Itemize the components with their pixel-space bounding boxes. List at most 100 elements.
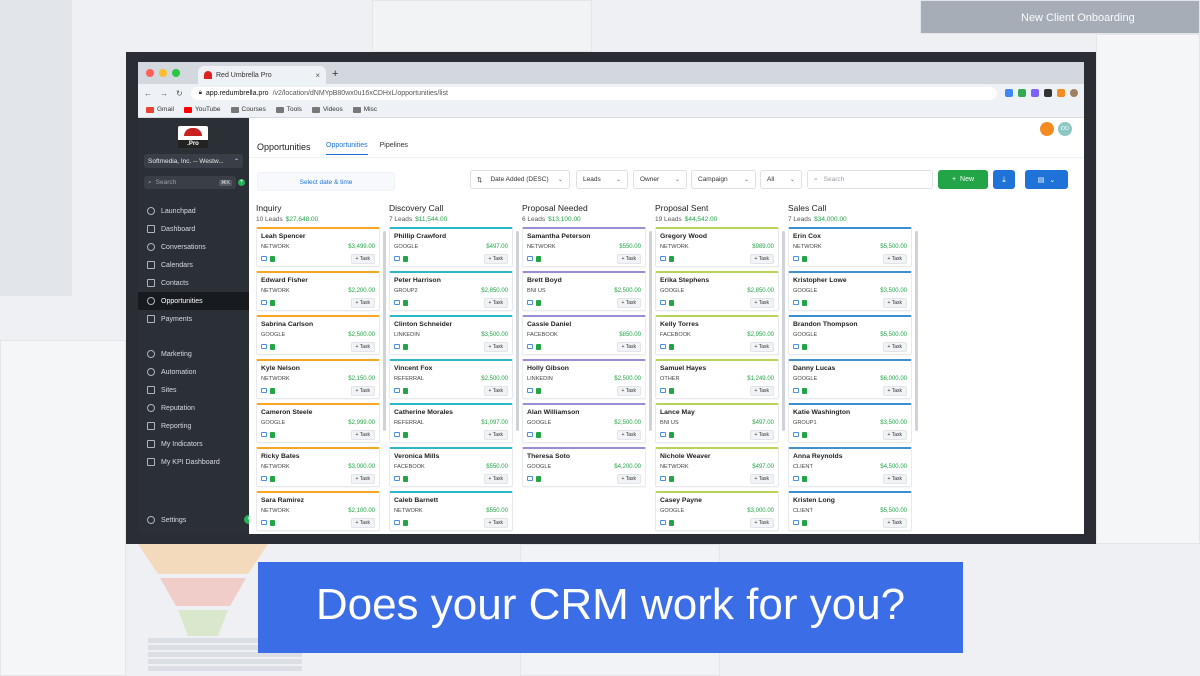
new-opportunity-button[interactable]: + New (938, 170, 988, 189)
opportunity-card[interactable]: Cameron Steele GOOGLE $2,999.00 + Task (256, 403, 380, 443)
export-button[interactable]: ⤓ (993, 170, 1015, 189)
url-field[interactable]: 🔒︎ app.redumbrella.pro/v2/location/dNMYp… (190, 86, 997, 100)
phone-icon[interactable] (802, 520, 807, 526)
opportunity-card[interactable]: Erin Cox NETWORK $5,500.00 + Task (788, 227, 912, 267)
column-scrollbar[interactable] (915, 231, 918, 431)
opportunity-card[interactable]: Ricky Bates NETWORK $3,000.00 + Task (256, 447, 380, 487)
opportunity-card[interactable]: Alan Williamson GOOGLE $2,500.00 + Task (522, 403, 646, 443)
opportunity-card[interactable]: Cassie Daniel FACEBOOK $850.00 + Task (522, 315, 646, 355)
add-task-button[interactable]: + Task (483, 342, 508, 352)
opportunity-card[interactable]: Vincent Fox REFERRAL $2,500.00 + Task (389, 359, 513, 399)
sidebar-item-my-indicators[interactable]: My Indicators (138, 435, 249, 453)
add-task-button[interactable]: + Task (882, 518, 907, 528)
opportunity-card[interactable]: Samuel Hayes OTHER $1,249.00 + Task (655, 359, 779, 399)
message-icon[interactable] (261, 256, 267, 261)
phone-icon[interactable] (403, 256, 408, 262)
opportunity-card[interactable]: Caleb Barnett NETWORK $550.00 + Task (389, 491, 513, 531)
opportunity-card[interactable]: Katie Washington GROUP1 $3,500.00 + Task (788, 403, 912, 443)
opportunity-card[interactable]: Gregory Wood NETWORK $989.00 + Task (655, 227, 779, 267)
message-icon[interactable] (527, 300, 533, 305)
phone-icon[interactable] (802, 344, 807, 350)
add-task-button[interactable]: + Task (616, 254, 641, 264)
extension-icon[interactable] (1018, 89, 1026, 97)
add-task-button[interactable]: + Task (616, 342, 641, 352)
extension-icon[interactable] (1044, 89, 1052, 97)
add-task-button[interactable]: + Task (749, 474, 774, 484)
sidebar-item-reputation[interactable]: Reputation (138, 399, 249, 417)
phone-icon[interactable] (669, 432, 674, 438)
profile-avatar-icon[interactable] (1070, 89, 1078, 97)
add-task-button[interactable]: + Task (749, 518, 774, 528)
message-icon[interactable] (793, 344, 799, 349)
phone-icon[interactable] (802, 432, 807, 438)
phone-icon[interactable] (270, 256, 275, 262)
sort-dropdown[interactable]: ⇅ Date Added (DESC) ⌄ (470, 170, 570, 189)
opportunity-card[interactable]: Theresa Soto GOOGLE $4,200.00 + Task (522, 447, 646, 487)
message-icon[interactable] (527, 344, 533, 349)
opportunity-card[interactable]: Kristopher Lowe GOOGLE $3,500.00 + Task (788, 271, 912, 311)
add-task-button[interactable]: + Task (350, 430, 375, 440)
column-scrollbar[interactable] (649, 231, 652, 431)
new-tab-icon[interactable]: + (332, 66, 338, 84)
maximize-window-icon[interactable] (172, 69, 180, 77)
message-icon[interactable] (527, 256, 533, 261)
phone-icon[interactable] (802, 388, 807, 394)
message-icon[interactable] (394, 432, 400, 437)
phone-icon[interactable] (270, 520, 275, 526)
add-task-button[interactable]: + Task (483, 386, 508, 396)
phone-icon[interactable] (270, 432, 275, 438)
phone-icon[interactable] (669, 256, 674, 262)
opportunity-card[interactable]: Casey Payne GOOGLE $3,000.00 + Task (655, 491, 779, 531)
add-task-button[interactable]: + Task (882, 474, 907, 484)
phone-icon[interactable] (270, 300, 275, 306)
view-switcher-button[interactable]: ▤ ⌄ (1025, 170, 1068, 189)
message-icon[interactable] (793, 520, 799, 525)
bookmark-videos[interactable]: Videos (311, 106, 343, 113)
company-logo[interactable]: .Pro (178, 126, 208, 148)
phone-icon[interactable] (270, 344, 275, 350)
phone-icon[interactable] (403, 344, 408, 350)
add-task-button[interactable]: + Task (350, 298, 375, 308)
owner-dropdown[interactable]: Owner ⌄ (633, 170, 687, 189)
opportunity-card[interactable]: Nichole Weaver NETWORK $497.00 + Task (655, 447, 779, 487)
leads-dropdown[interactable]: Leads ⌄ (576, 170, 628, 189)
message-icon[interactable] (527, 476, 533, 481)
close-window-icon[interactable] (146, 69, 154, 77)
add-task-button[interactable]: + Task (616, 430, 641, 440)
message-icon[interactable] (660, 388, 666, 393)
sidebar-item-payments[interactable]: Payments (138, 310, 249, 328)
phone-icon[interactable] (536, 432, 541, 438)
add-task-button[interactable]: + Task (749, 254, 774, 264)
add-task-button[interactable]: + Task (749, 386, 774, 396)
tab-pipelines[interactable]: Pipelines (380, 142, 408, 155)
add-task-button[interactable]: + Task (616, 474, 641, 484)
account-switcher[interactable]: Softmedia, Inc. -- Westw... ⌃ (144, 154, 243, 168)
phone-icon[interactable] (669, 300, 674, 306)
phone-icon[interactable] (536, 344, 541, 350)
sidebar-item-opportunities[interactable]: Opportunities (138, 292, 249, 310)
add-task-button[interactable]: + Task (350, 254, 375, 264)
sidebar-item-sites[interactable]: Sites (138, 381, 249, 399)
opportunity-card[interactable]: Danny Lucas GOOGLE $6,000.00 + Task (788, 359, 912, 399)
add-task-button[interactable]: + Task (350, 386, 375, 396)
opportunity-card[interactable]: Kelly Torres FACEBOOK $2,950.00 + Task (655, 315, 779, 355)
phone-icon[interactable] (403, 520, 408, 526)
opportunity-card[interactable]: Leah Spencer NETWORK $3,499.00 + Task (256, 227, 380, 267)
opportunity-card[interactable]: Edward Fisher NETWORK $2,200.00 + Task (256, 271, 380, 311)
notification-bell-icon[interactable] (1040, 122, 1054, 136)
opportunity-card[interactable]: Catherine Morales REFERRAL $1,097.00 + Task (389, 403, 513, 443)
message-icon[interactable] (660, 520, 666, 525)
sidebar-item-settings[interactable]: Settings (147, 516, 186, 524)
phone-icon[interactable] (669, 476, 674, 482)
message-icon[interactable] (660, 344, 666, 349)
add-task-button[interactable]: + Task (483, 298, 508, 308)
message-icon[interactable] (394, 300, 400, 305)
sidebar-item-contacts[interactable]: Contacts (138, 274, 249, 292)
browser-tab[interactable]: Red Umbrella Pro × (198, 66, 326, 84)
opportunity-card[interactable]: Phillip Crawford GOOGLE $497.00 + Task (389, 227, 513, 267)
message-icon[interactable] (261, 300, 267, 305)
message-icon[interactable] (261, 476, 267, 481)
add-task-button[interactable]: + Task (616, 386, 641, 396)
message-icon[interactable] (394, 344, 400, 349)
add-task-button[interactable]: + Task (882, 342, 907, 352)
